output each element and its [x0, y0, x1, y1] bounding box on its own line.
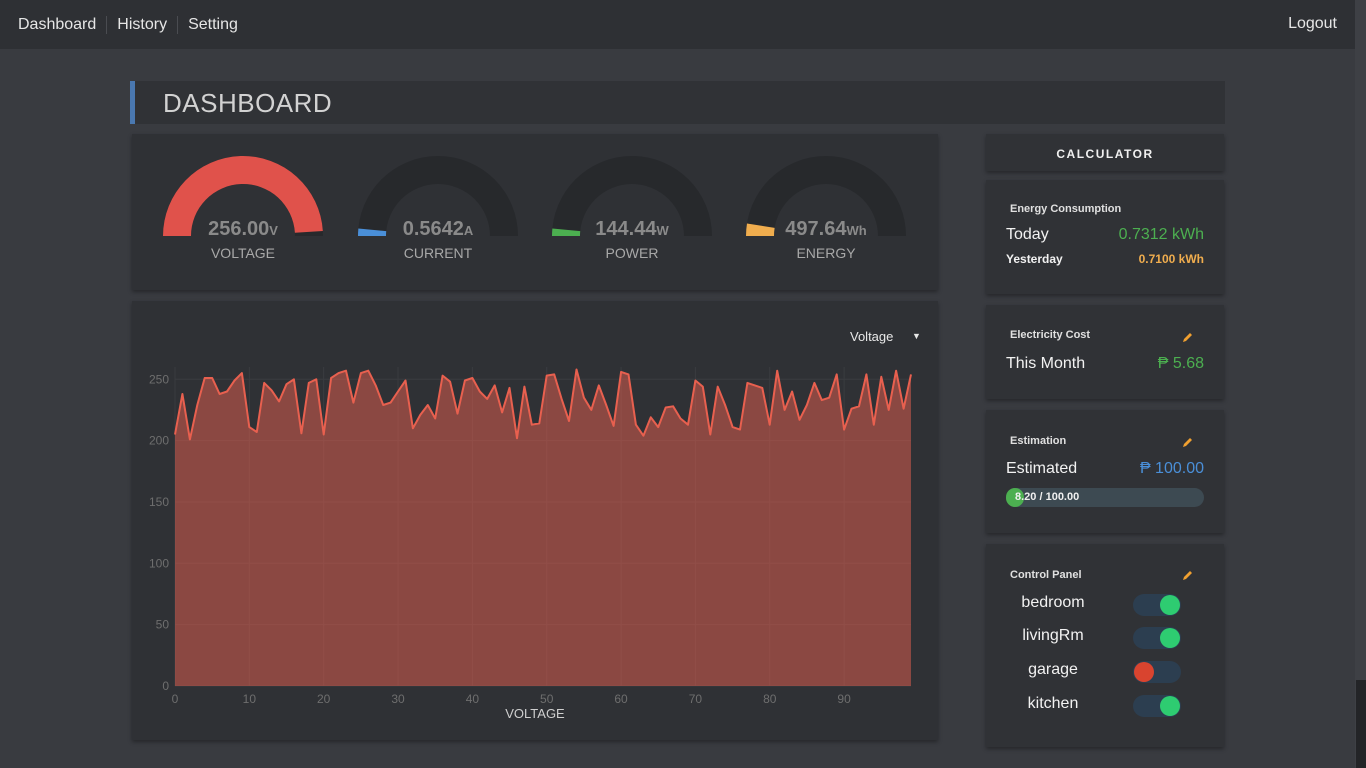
gauge-label: ENERGY	[796, 245, 856, 261]
x-tick-label: 0	[172, 692, 179, 706]
energy-gauge: 497.64Wh ENERGY	[741, 152, 911, 272]
x-axis-label: VOLTAGE	[505, 706, 565, 721]
nav-divider	[177, 15, 179, 34]
toggle-knob	[1134, 662, 1154, 682]
electricity-cost-heading: Electricity Cost	[1010, 329, 1091, 341]
x-tick-label: 20	[317, 692, 331, 706]
electricity-cost-card: Electricity Cost This Month ₱ 5.68	[986, 305, 1224, 399]
power-gauge: 144.44W POWER	[547, 152, 717, 272]
y-tick-label: 200	[149, 434, 169, 448]
nav-dashboard-link[interactable]: Dashboard	[18, 16, 96, 34]
control-panel-card: Control Panel bedroom livingRm garage ki…	[986, 544, 1224, 747]
gauge-label: VOLTAGE	[210, 245, 276, 261]
gauge-value: 144.44W	[595, 218, 669, 240]
x-tick-label: 30	[391, 692, 405, 706]
yesterday-label: Yesterday	[1006, 252, 1063, 266]
y-tick-label: 150	[149, 495, 169, 509]
x-tick-label: 70	[689, 692, 703, 706]
chart-panel: Voltage ▼ 0 50 100 150 200 250 0 10 20 30 40 50 60 70…	[132, 301, 938, 740]
toggle-switch[interactable]	[1133, 695, 1181, 717]
switch-row-livingrm: livingRm	[986, 625, 1224, 649]
pencil-icon[interactable]	[1182, 331, 1194, 343]
page-scrollbar[interactable]	[1355, 0, 1366, 768]
pencil-icon[interactable]	[1182, 436, 1194, 448]
x-tick-label: 80	[763, 692, 777, 706]
y-tick-label: 0	[162, 679, 169, 693]
gauge-value: 256.00V	[208, 218, 278, 240]
x-tick-label: 90	[837, 692, 851, 706]
today-label: Today	[1006, 226, 1049, 243]
gauges-panel: 256.00V VOLTAGE 0.5642A CURRENT 144.44W …	[132, 134, 938, 290]
scrollbar-thumb[interactable]	[1356, 680, 1366, 768]
toggle-switch[interactable]	[1133, 661, 1181, 683]
page-title: DASHBOARD	[163, 88, 333, 118]
this-month-label: This Month	[1006, 355, 1086, 372]
switch-row-kitchen: kitchen	[986, 693, 1224, 717]
calculator-header: CALCULATOR	[986, 134, 1224, 171]
this-month-value: ₱ 5.68	[1157, 355, 1204, 372]
estimated-label: Estimated	[1006, 460, 1078, 477]
voltage-chart: 0 50 100 150 200 250 0 10 20 30 40 50 60 70 80 90 VOLTAG…	[149, 367, 912, 721]
estimation-progress-bar: 8.20 / 100.00	[1006, 488, 1204, 507]
current-gauge: 0.5642A CURRENT	[353, 152, 523, 272]
today-value: 0.7312 kWh	[1118, 226, 1204, 243]
estimation-heading: Estimation	[1010, 435, 1067, 447]
nav-setting-link[interactable]: Setting	[188, 16, 238, 34]
logout-link[interactable]: Logout	[1288, 15, 1337, 33]
top-navbar: Dashboard History Setting Logout	[0, 0, 1355, 49]
switch-label: garage	[1028, 661, 1078, 678]
y-tick-label: 250	[149, 372, 169, 386]
x-tick-label: 40	[466, 692, 480, 706]
page-title-bar: DASHBOARD	[130, 81, 1225, 124]
nav-history-link[interactable]: History	[117, 16, 167, 34]
toggle-switch[interactable]	[1133, 594, 1181, 616]
calculator-title: CALCULATOR	[1056, 147, 1154, 161]
estimated-value: ₱ 100.00	[1139, 460, 1204, 477]
yesterday-value: 0.7100 kWh	[1138, 252, 1204, 266]
gauge-value: 497.64Wh	[785, 218, 867, 240]
gauge-label: CURRENT	[403, 245, 473, 261]
toggle-knob	[1160, 696, 1180, 716]
x-tick-label: 50	[540, 692, 554, 706]
control-panel-heading: Control Panel	[1010, 569, 1082, 581]
y-tick-label: 100	[149, 556, 169, 570]
energy-consumption-heading: Energy Consumption	[1010, 203, 1122, 215]
gauge-value: 0.5642A	[402, 218, 474, 240]
progress-text: 8.20 / 100.00	[1015, 491, 1080, 503]
toggle-switch[interactable]	[1133, 627, 1181, 649]
switch-row-bedroom: bedroom	[986, 592, 1224, 616]
nav-divider	[106, 15, 108, 34]
gauge-label: POWER	[605, 245, 659, 261]
toggle-knob	[1160, 595, 1180, 615]
pencil-icon[interactable]	[1182, 569, 1194, 581]
switch-row-garage: garage	[986, 659, 1224, 683]
energy-consumption-card: Energy Consumption Today 0.7312 kWh Yest…	[986, 180, 1224, 294]
x-tick-label: 10	[243, 692, 257, 706]
toggle-knob	[1160, 628, 1180, 648]
y-tick-label: 50	[156, 618, 170, 632]
voltage-gauge: 256.00V VOLTAGE	[158, 152, 328, 272]
estimation-card: Estimation Estimated ₱ 100.00 8.20 / 100…	[986, 410, 1224, 533]
switch-label: bedroom	[1021, 594, 1085, 611]
x-tick-label: 60	[614, 692, 628, 706]
switch-label: livingRm	[1022, 627, 1084, 644]
switch-label: kitchen	[1027, 695, 1079, 712]
